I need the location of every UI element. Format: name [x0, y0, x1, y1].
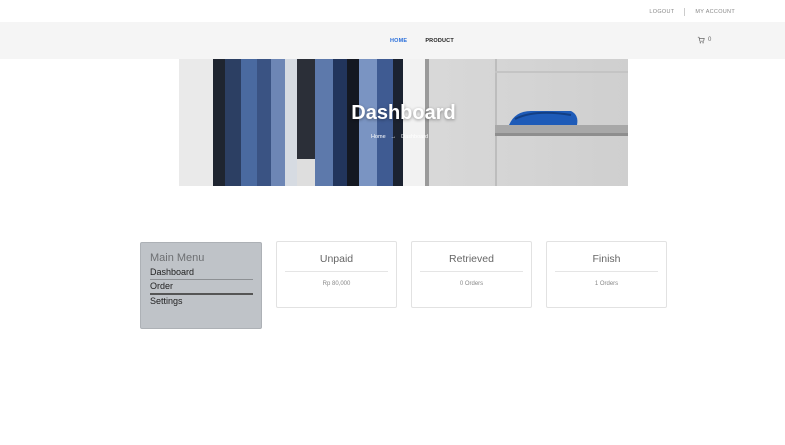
cart-button[interactable]: 0 [697, 36, 711, 44]
nav-home[interactable]: HOME [390, 38, 407, 44]
card-divider [420, 271, 523, 272]
account-links: LOGOUT MY ACCOUNT [649, 8, 735, 16]
nav-menu: HOME PRODUCT [390, 38, 454, 44]
link-divider [684, 8, 686, 16]
card-divider [285, 271, 388, 272]
breadcrumb: Home → Dashboard [371, 134, 428, 140]
breadcrumb-current: Dashboard [401, 134, 429, 140]
main-navbar: HOME PRODUCT 0 [0, 22, 785, 59]
my-account-link[interactable]: MY ACCOUNT [695, 9, 735, 15]
card-title: Retrieved [449, 253, 494, 265]
card-value: Rp 80,000 [322, 281, 351, 287]
sidebar-heading: Main Menu [150, 252, 205, 264]
card-divider [555, 271, 658, 272]
breadcrumb-arrow: → [390, 134, 397, 140]
card-value: 1 Orders [594, 281, 619, 287]
nav-product[interactable]: PRODUCT [425, 38, 454, 44]
card-title: Unpaid [319, 253, 354, 265]
breadcrumb-home[interactable]: Home [371, 134, 386, 140]
sidebar-item-order[interactable]: Order [150, 280, 253, 295]
card-value: 0 Orders [459, 281, 484, 287]
finish-card: Finish 1 Orders [546, 241, 667, 308]
cart-count: 0 [708, 37, 712, 43]
page-title: Dashboard [351, 102, 456, 124]
cart-icon [697, 36, 705, 44]
logout-link[interactable]: LOGOUT [649, 9, 674, 15]
card-title: Finish [592, 253, 621, 265]
sidebar-menu: Main Menu Dashboard Order Settings [140, 242, 262, 329]
hero-banner: Dashboard Home → Dashboard [179, 59, 628, 186]
unpaid-card: Unpaid Rp 80,000 [276, 241, 397, 308]
sidebar-item-dashboard[interactable]: Dashboard [150, 266, 253, 280]
sidebar-item-settings[interactable]: Settings [150, 295, 253, 308]
top-bar: LOGOUT MY ACCOUNT [0, 0, 785, 22]
retrieved-card: Retrieved 0 Orders [411, 241, 532, 308]
